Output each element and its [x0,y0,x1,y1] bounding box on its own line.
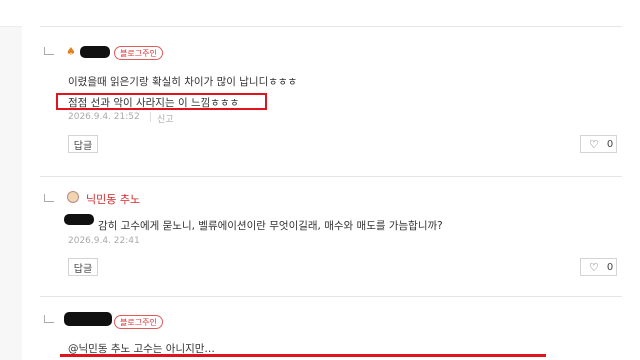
comment-text-line: 이렸을때 읽은기랑 확실히 차이가 많이 납니디ㅎㅎㅎ [68,76,298,88]
comment-date: 2026.9.4. 21:52 [68,112,140,122]
comment-date: 2026.9.4. 22:41 [68,236,140,246]
reply-button[interactable]: 답글 [68,258,98,276]
owner-badge: 블로그주인 [114,46,163,60]
reply-button[interactable]: 답글 [68,135,98,153]
comment-author[interactable]: 닉민동 추노 [86,191,140,207]
avatar-icon: ♠ [66,45,76,58]
comment-text-line: 점점 선과 악이 사라지는 이 느낌ㅎㅎㅎ [68,97,240,109]
divider [40,176,622,177]
divider [40,296,622,297]
divider [40,26,622,27]
like-count: 0 [606,138,614,150]
report-link[interactable]: 신고 [157,112,174,125]
comment-text-line: 감히 고수에게 묻노니, 벨류에이션이란 무엇이길래, 매수와 매도를 가늠합니… [98,220,443,232]
reply-branch-icon [44,194,54,202]
reply-branch-icon [44,47,54,55]
redacted-author [64,312,112,326]
highlight-box [60,354,546,357]
redacted-mention [64,214,94,225]
separator [150,112,151,122]
like-count: 0 [606,261,614,273]
avatar [67,191,79,203]
like-button[interactable]: ♡ 0 [580,135,617,153]
reply-branch-icon [44,315,54,323]
redacted-author [80,46,110,58]
heart-icon: ♡ [589,137,599,151]
heart-icon: ♡ [589,260,599,274]
owner-badge: 블로그주인 [114,315,163,329]
like-button[interactable]: ♡ 0 [580,258,617,276]
